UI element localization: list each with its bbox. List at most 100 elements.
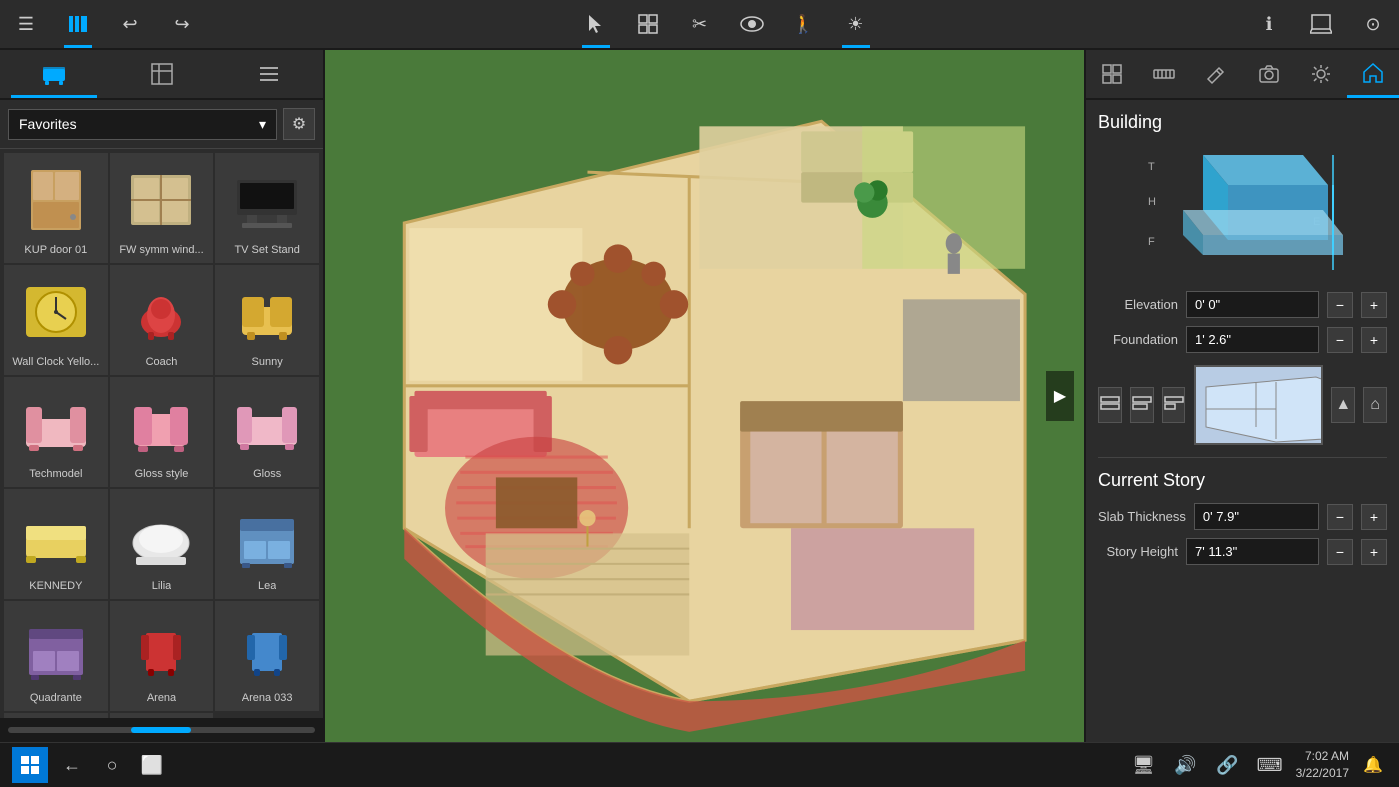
search-button[interactable]: ○ <box>96 749 128 781</box>
monitor-icon[interactable]: 🖥 <box>1128 749 1160 781</box>
story-height-input[interactable]: 7' 11.3" <box>1186 538 1319 565</box>
undo-icon[interactable]: ↩ <box>114 8 146 40</box>
foundation-input[interactable]: 1' 2.6" <box>1186 326 1319 353</box>
network-icon[interactable]: 🔗 <box>1212 749 1244 781</box>
volume-icon[interactable]: 🔊 <box>1170 749 1202 781</box>
item-fw-window[interactable]: FW symm wind... <box>110 153 214 263</box>
foundation-decrease[interactable]: − <box>1327 327 1353 353</box>
start-button[interactable] <box>12 747 48 783</box>
scroll-track[interactable] <box>8 727 315 733</box>
tab-design[interactable] <box>108 50 216 98</box>
expand-arrow[interactable]: ▶ <box>1046 371 1074 421</box>
tab-list[interactable] <box>215 50 323 98</box>
item-gloss[interactable]: Gloss <box>215 377 319 487</box>
item-thumb <box>16 608 96 688</box>
view-layer2-btn[interactable] <box>1130 387 1154 423</box>
favorites-label: Favorites <box>19 116 77 132</box>
item-thumb <box>16 384 96 464</box>
tab-light-right[interactable] <box>1295 50 1347 98</box>
foundation-row: Foundation 1' 2.6" − + <box>1098 326 1387 353</box>
top-toolbar: ☰ ↩ ↪ ✂ 🚶 ☀ ℹ <box>0 0 1399 50</box>
elevation-label: Elevation <box>1098 297 1178 312</box>
scroll-thumb[interactable] <box>131 727 191 733</box>
building-title: Building <box>1098 112 1387 133</box>
elevation-decrease[interactable]: − <box>1327 292 1353 318</box>
elevation-increase[interactable]: + <box>1361 292 1387 318</box>
group-icon[interactable] <box>632 8 664 40</box>
date-value: 3/22/2017 <box>1296 765 1349 782</box>
story-height-row: Story Height 7' 11.3" − + <box>1098 538 1387 565</box>
item-gloss-style[interactable]: Gloss style <box>110 377 214 487</box>
settings-button[interactable]: ⚙ <box>283 108 315 140</box>
item-kup-door[interactable]: KUP door 01 <box>4 153 108 263</box>
elevation-input[interactable]: 0' 0" <box>1186 291 1319 318</box>
menu-icon[interactable]: ☰ <box>10 8 42 40</box>
scroll-bar[interactable] <box>0 718 323 742</box>
item-thumb <box>227 272 307 352</box>
walk-icon[interactable]: 🚶 <box>788 8 820 40</box>
view-house-btn[interactable]: ⌂ <box>1363 387 1387 423</box>
redo-icon[interactable]: ↪ <box>166 8 198 40</box>
favorites-dropdown[interactable]: Favorites ▾ <box>8 109 277 140</box>
item-thumb <box>16 160 96 240</box>
slab-decrease[interactable]: − <box>1327 504 1353 530</box>
floorplan <box>325 50 1084 742</box>
keyboard-icon[interactable]: ⌨ <box>1254 749 1286 781</box>
item-label: KENNEDY <box>29 580 82 592</box>
item-thumb <box>16 496 96 576</box>
divider <box>1098 457 1387 458</box>
library-icon[interactable] <box>62 8 94 40</box>
view-layers-btn[interactable] <box>1098 387 1122 423</box>
item-tv-stand[interactable]: TV Set Stand <box>215 153 319 263</box>
tab-furniture[interactable] <box>0 50 108 98</box>
notification-icon[interactable]: 🔔 <box>1359 751 1387 779</box>
main-content: Favorites ▾ ⚙ KUP door 01 <box>0 50 1399 742</box>
item-wall-clock[interactable]: Wall Clock Yello... <box>4 265 108 375</box>
item-label: Arena <box>147 692 176 704</box>
sphere-icon[interactable]: ⊙ <box>1357 8 1389 40</box>
item-sunny[interactable]: Sunny <box>215 265 319 375</box>
slab-increase[interactable]: + <box>1361 504 1387 530</box>
item-label: Coach <box>146 356 178 368</box>
view3d-icon[interactable] <box>1305 8 1337 40</box>
center-canvas[interactable]: ▶ <box>325 50 1084 742</box>
sun-icon[interactable]: ☀ <box>840 8 872 40</box>
tab-edit-right[interactable] <box>1190 50 1242 98</box>
item-lea[interactable]: Lea <box>215 489 319 599</box>
slab-thickness-input[interactable]: 0' 7.9" <box>1194 503 1319 530</box>
foundation-increase[interactable]: + <box>1361 327 1387 353</box>
elevation-row: Elevation 0' 0" − + <box>1098 291 1387 318</box>
foundation-label: Foundation <box>1098 332 1178 347</box>
slab-thickness-row: Slab Thickness 0' 7.9" − + <box>1098 503 1387 530</box>
view-icons-row: ▲ ⌂ <box>1098 365 1387 445</box>
item-arena033[interactable]: Arena 033 <box>215 601 319 711</box>
story-height-decrease[interactable]: − <box>1327 539 1353 565</box>
scissors-icon[interactable]: ✂ <box>684 8 716 40</box>
floorplan-thumbnail[interactable] <box>1194 365 1324 445</box>
eye-icon[interactable] <box>736 8 768 40</box>
building-preview: T H F E <box>1098 145 1387 275</box>
item-thumb <box>121 160 201 240</box>
view-up-btn[interactable]: ▲ <box>1331 387 1355 423</box>
item-techmodel[interactable]: Techmodel <box>4 377 108 487</box>
back-button[interactable]: ← <box>56 749 88 781</box>
item-label: Quadrante <box>30 692 82 704</box>
select-icon[interactable] <box>580 8 612 40</box>
taskview-button[interactable]: ⬜ <box>136 749 168 781</box>
item-arena[interactable]: Arena <box>110 601 214 711</box>
tab-home-right[interactable] <box>1347 50 1399 98</box>
item-label: Lilia <box>152 580 172 592</box>
view-layer3-btn[interactable] <box>1162 387 1186 423</box>
right-panel-tabs <box>1086 50 1399 100</box>
tab-camera-right[interactable] <box>1243 50 1295 98</box>
tab-measure-right[interactable] <box>1138 50 1190 98</box>
item-lilia[interactable]: Lilia <box>110 489 214 599</box>
item-quadrante[interactable]: Quadrante <box>4 601 108 711</box>
item-kennedy[interactable]: KENNEDY <box>4 489 108 599</box>
tab-tools-right[interactable] <box>1086 50 1138 98</box>
story-height-increase[interactable]: + <box>1361 539 1387 565</box>
info-icon[interactable]: ℹ <box>1253 8 1285 40</box>
item-coach[interactable]: Coach <box>110 265 214 375</box>
taskbar: ← ○ ⬜ 🖥 🔊 🔗 ⌨ 7:02 AM 3/22/2017 🔔 <box>0 742 1399 787</box>
items-grid: KUP door 01 FW symm wind... <box>0 149 323 718</box>
